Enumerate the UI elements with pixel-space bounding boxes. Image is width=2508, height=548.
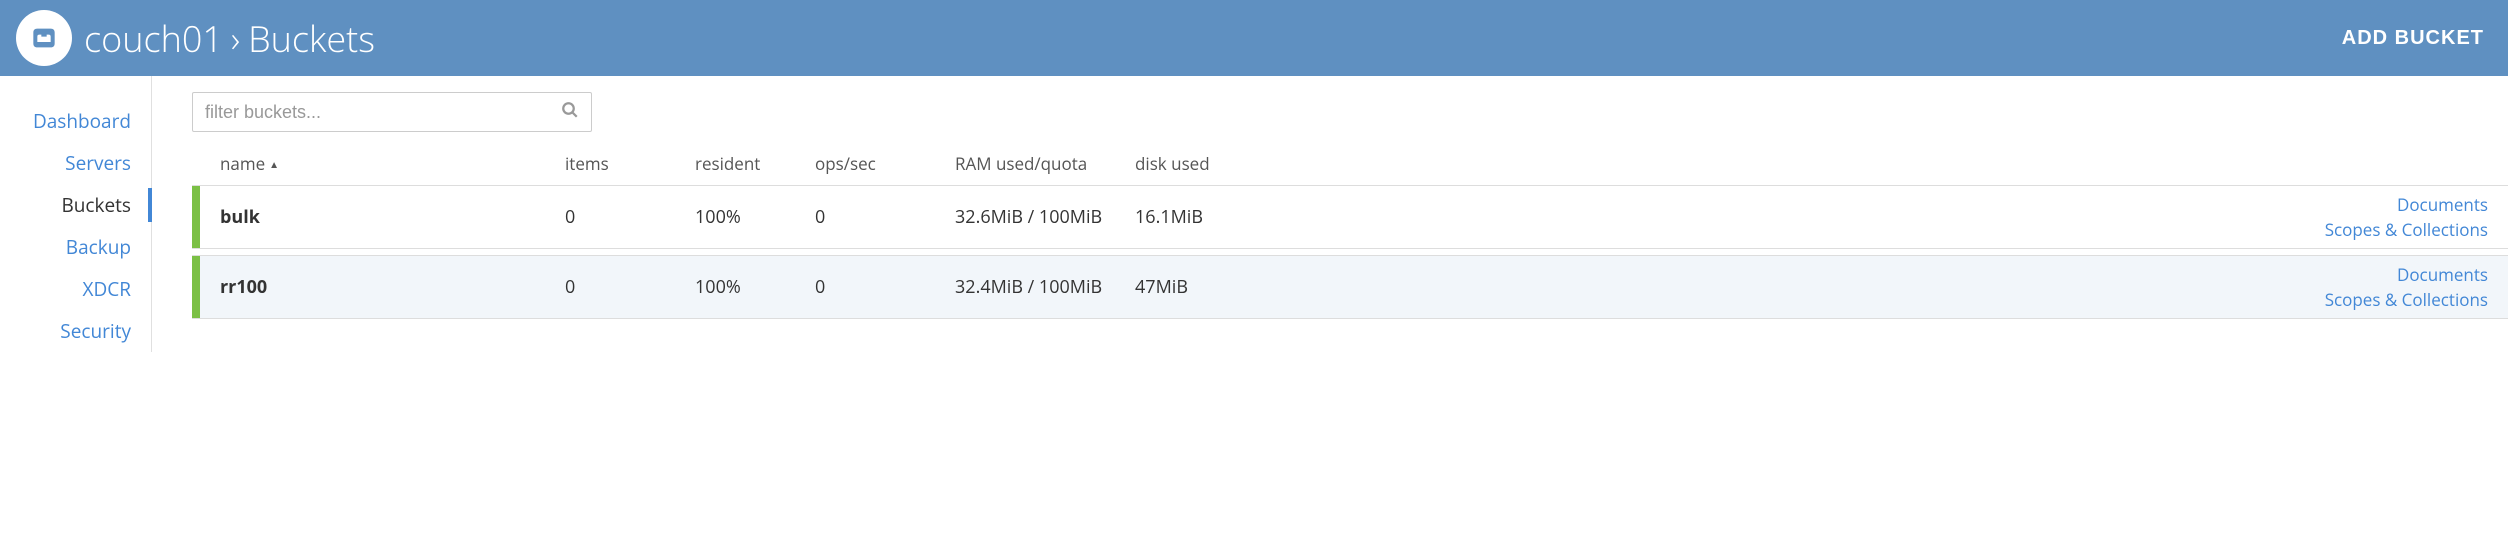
header-left: couch01 › Buckets — [16, 10, 375, 66]
bucket-disk: 16.1MiB — [1135, 205, 1310, 229]
column-header-name[interactable]: name ▲ — [220, 152, 565, 175]
status-indicator — [192, 256, 200, 318]
page-header: couch01 › Buckets ADD BUCKET — [0, 0, 2508, 76]
add-bucket-button[interactable]: ADD BUCKET — [2342, 27, 2484, 50]
column-header-items[interactable]: items — [565, 152, 695, 175]
bucket-row[interactable]: rr1000100%032.4MiB / 100MiB47MiBDocument… — [192, 255, 2508, 319]
bucket-disk: 47MiB — [1135, 275, 1310, 299]
bucket-resident: 100% — [695, 275, 815, 299]
scopes-collections-link[interactable]: Scopes & Collections — [2325, 218, 2488, 241]
bucket-ops: 0 — [815, 275, 955, 299]
sidebar: DashboardServersBucketsBackupXDCRSecurit… — [0, 76, 152, 352]
sidebar-item-backup[interactable]: Backup — [0, 226, 151, 268]
bucket-name: bulk — [220, 205, 565, 229]
status-indicator — [192, 186, 200, 248]
bucket-row[interactable]: bulk0100%032.6MiB / 100MiB16.1MiBDocumen… — [192, 185, 2508, 249]
documents-link[interactable]: Documents — [2397, 263, 2488, 286]
documents-link[interactable]: Documents — [2397, 193, 2488, 216]
bucket-resident: 100% — [695, 205, 815, 229]
column-header-resident[interactable]: resident — [695, 152, 815, 175]
sidebar-item-xdcr[interactable]: XDCR — [0, 268, 151, 310]
bucket-items: 0 — [565, 275, 695, 299]
breadcrumb: couch01 › Buckets — [84, 14, 375, 63]
search-icon[interactable] — [561, 101, 579, 124]
column-header-disk[interactable]: disk used — [1135, 152, 1310, 175]
sidebar-item-servers[interactable]: Servers — [0, 142, 151, 184]
cluster-name[interactable]: couch01 — [84, 14, 223, 63]
couchbase-logo-icon — [16, 10, 72, 66]
row-actions: DocumentsScopes & Collections — [1310, 263, 2508, 311]
sort-asc-icon: ▲ — [269, 157, 279, 171]
bucket-list: bulk0100%032.6MiB / 100MiB16.1MiBDocumen… — [192, 185, 2508, 319]
column-header-actions — [1310, 152, 2508, 175]
table-header: name ▲ items resident ops/sec RAM used/q… — [192, 144, 2508, 185]
bucket-items: 0 — [565, 205, 695, 229]
row-actions: DocumentsScopes & Collections — [1310, 193, 2508, 241]
scopes-collections-link[interactable]: Scopes & Collections — [2325, 288, 2488, 311]
sidebar-item-dashboard[interactable]: Dashboard — [0, 100, 151, 142]
bucket-name: rr100 — [220, 275, 565, 299]
main-panel: name ▲ items resident ops/sec RAM used/q… — [152, 76, 2508, 352]
chevron-right-icon: › — [231, 14, 240, 63]
bucket-ram: 32.4MiB / 100MiB — [955, 275, 1135, 299]
sidebar-item-security[interactable]: Security — [0, 310, 151, 352]
filter-buckets-input[interactable] — [205, 102, 561, 123]
content: DashboardServersBucketsBackupXDCRSecurit… — [0, 76, 2508, 352]
page-title: Buckets — [248, 14, 375, 63]
sidebar-item-buckets[interactable]: Buckets — [0, 184, 151, 226]
column-header-ops[interactable]: ops/sec — [815, 152, 955, 175]
filter-box — [192, 92, 592, 132]
bucket-ram: 32.6MiB / 100MiB — [955, 205, 1135, 229]
column-header-ram[interactable]: RAM used/quota — [955, 152, 1135, 175]
bucket-ops: 0 — [815, 205, 955, 229]
